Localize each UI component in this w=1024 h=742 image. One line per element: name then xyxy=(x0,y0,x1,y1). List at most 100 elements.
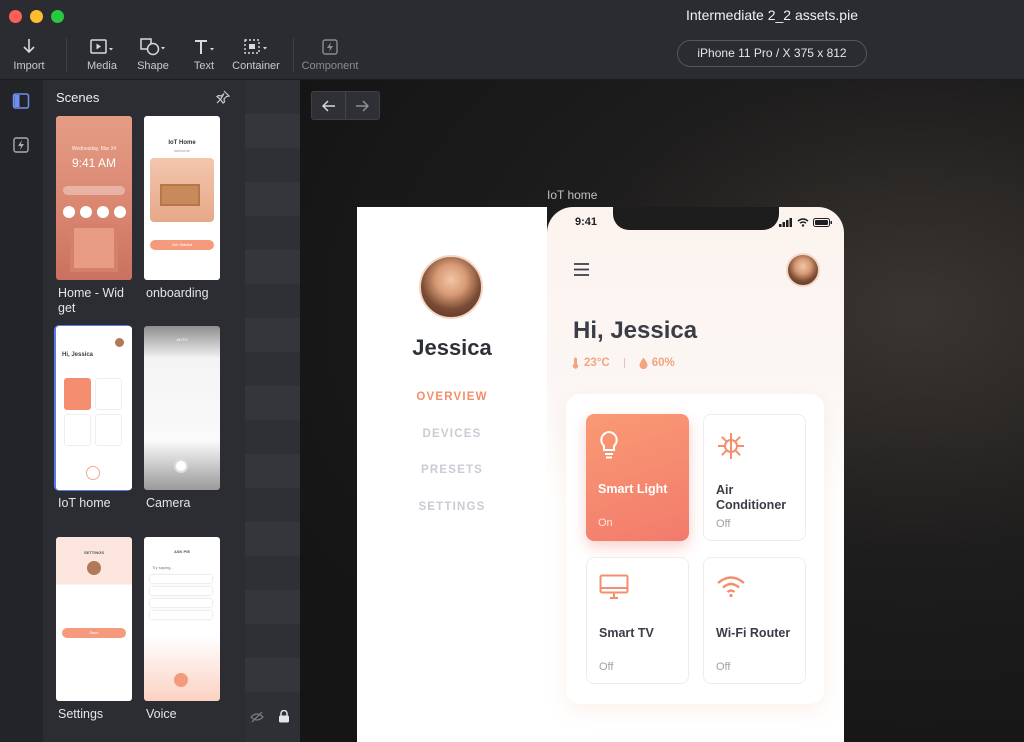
thumb-title: IoT Home xyxy=(168,140,196,146)
humidity-drop-icon xyxy=(639,357,648,369)
layer-row[interactable] xyxy=(245,114,300,148)
document-title: Intermediate 2_2 assets.pie xyxy=(686,7,858,23)
menu-item-overview[interactable]: OVERVIEW xyxy=(357,391,547,403)
device-tile-wifi-router[interactable]: Wi-Fi Router Off xyxy=(703,557,806,684)
thumb-device xyxy=(95,378,122,410)
scene-thumbnail-iot-home[interactable]: Hi, Jessica xyxy=(56,326,132,490)
component-button[interactable]: Component xyxy=(298,36,362,72)
devices-card: Smart Light On Air Conditioner Off Smart… xyxy=(566,394,824,704)
toolbar-divider xyxy=(293,38,294,72)
device-state: Off xyxy=(716,661,731,673)
layer-row[interactable] xyxy=(245,386,300,420)
thumb-search xyxy=(63,186,125,195)
device-name: Wi-Fi Router xyxy=(716,626,791,640)
import-button[interactable]: Import xyxy=(0,36,61,72)
thumb-button: Save xyxy=(62,628,126,638)
menu-item-settings[interactable]: SETTINGS xyxy=(357,501,547,513)
import-label: Import xyxy=(13,60,45,72)
thermometer-icon xyxy=(572,357,579,369)
iot-home-artboard[interactable]: 9:41 Hi, Jessica 23°C 60% Smart Light On… xyxy=(547,207,844,742)
device-tile-smart-tv[interactable]: Smart TV Off xyxy=(586,557,689,684)
scene-label: onboarding xyxy=(146,286,209,300)
layer-row[interactable] xyxy=(245,318,300,352)
device-tile-air-conditioner[interactable]: Air Conditioner Off xyxy=(703,414,806,541)
sun-snow-icon xyxy=(716,431,746,466)
phone-notch xyxy=(613,207,779,230)
hidden-eye-icon[interactable] xyxy=(250,710,264,728)
thumb-title: ASK PIE xyxy=(173,549,190,554)
thumb-time: 9:41 AM xyxy=(71,156,117,170)
thumb-device-on xyxy=(64,378,91,410)
thumb-date: Wednesday, Mar 24 xyxy=(71,146,117,152)
device-name: Smart TV xyxy=(599,626,654,640)
text-icon xyxy=(192,36,216,58)
back-arrow-icon[interactable] xyxy=(312,92,345,119)
lock-icon[interactable] xyxy=(278,709,290,728)
device-state: On xyxy=(598,517,613,529)
layers-panel xyxy=(245,80,300,742)
device-state: Off xyxy=(716,518,731,530)
thumb-mic xyxy=(174,673,188,687)
pin-icon[interactable] xyxy=(215,89,231,110)
scene-label: Home - Wid get xyxy=(58,286,124,315)
layer-row[interactable] xyxy=(245,250,300,284)
container-label: Container xyxy=(232,60,280,72)
thumb-device xyxy=(95,414,122,446)
battery-icon xyxy=(813,218,832,227)
scenes-panel-toggle[interactable] xyxy=(12,92,30,110)
user-avatar xyxy=(419,255,483,319)
thumb-shutter xyxy=(174,459,188,473)
layer-controls xyxy=(250,709,290,728)
signal-icon xyxy=(779,218,792,227)
scene-thumbnail-onboarding[interactable]: IoT Home welcome Get Started xyxy=(144,116,220,280)
import-icon xyxy=(21,36,37,58)
monitor-icon xyxy=(599,574,629,605)
scene-thumbnail-camera[interactable]: AUTO xyxy=(144,326,220,490)
hamburger-menu-icon[interactable] xyxy=(574,263,590,281)
thumb-3d-block xyxy=(74,228,114,268)
media-label: Media xyxy=(87,60,117,72)
components-panel-toggle[interactable] xyxy=(12,136,30,154)
scene-thumbnail-settings[interactable]: SETTINGS Save xyxy=(56,537,132,701)
humidity-value: 60% xyxy=(651,357,675,369)
container-icon xyxy=(243,36,269,58)
device-selector[interactable]: iPhone 11 Pro / X 375 x 812 xyxy=(677,40,867,67)
text-label: Text xyxy=(193,60,215,72)
wifi-icon xyxy=(716,574,746,603)
shape-label: Shape xyxy=(137,60,169,72)
scene-thumbnail-voice[interactable]: ASK PIE Try saying... xyxy=(144,537,220,701)
device-name: Air Conditioner xyxy=(716,483,787,512)
artboard-label: IoT home xyxy=(547,188,598,202)
profile-avatar[interactable] xyxy=(786,253,820,287)
component-label: Component xyxy=(301,60,359,72)
thumb-widget-row xyxy=(63,206,126,218)
layer-row[interactable] xyxy=(245,454,300,488)
thumb-button: Get Started xyxy=(150,240,214,250)
scene-thumbnail-home-widget[interactable]: Wednesday, Mar 24 9:41 AM xyxy=(56,116,132,280)
layer-row[interactable] xyxy=(245,658,300,692)
toolbar-divider xyxy=(66,38,67,72)
device-tile-smart-light[interactable]: Smart Light On xyxy=(586,414,689,541)
design-canvas[interactable]: IoT home Jessica OVERVIEW DEVICES PRESET… xyxy=(300,80,1024,742)
user-name: Jessica xyxy=(412,335,492,360)
side-menu-artboard[interactable]: Jessica OVERVIEW DEVICES PRESETS SETTING… xyxy=(357,207,547,742)
media-icon xyxy=(90,36,114,58)
panel-icon xyxy=(12,93,30,109)
layer-row[interactable] xyxy=(245,590,300,624)
layer-row[interactable] xyxy=(245,522,300,556)
container-button[interactable]: Container xyxy=(224,36,288,72)
thumb-sub: Try saying... xyxy=(152,565,174,570)
thumb-title: SETTINGS xyxy=(83,550,104,555)
climate-stats: 23°C 60% xyxy=(571,357,675,369)
scenes-title: Scenes xyxy=(56,90,100,105)
scene-label: Voice xyxy=(146,707,177,721)
menu-item-devices[interactable]: DEVICES xyxy=(357,428,547,440)
shape-icon xyxy=(140,36,166,58)
layer-row[interactable] xyxy=(245,182,300,216)
scene-label: Settings xyxy=(58,707,104,721)
history-navigation xyxy=(311,91,380,120)
thumb-device xyxy=(64,414,91,446)
forward-arrow-icon[interactable] xyxy=(346,92,379,119)
thumb-illustration xyxy=(150,158,214,222)
menu-item-presets[interactable]: PRESETS xyxy=(357,464,547,476)
